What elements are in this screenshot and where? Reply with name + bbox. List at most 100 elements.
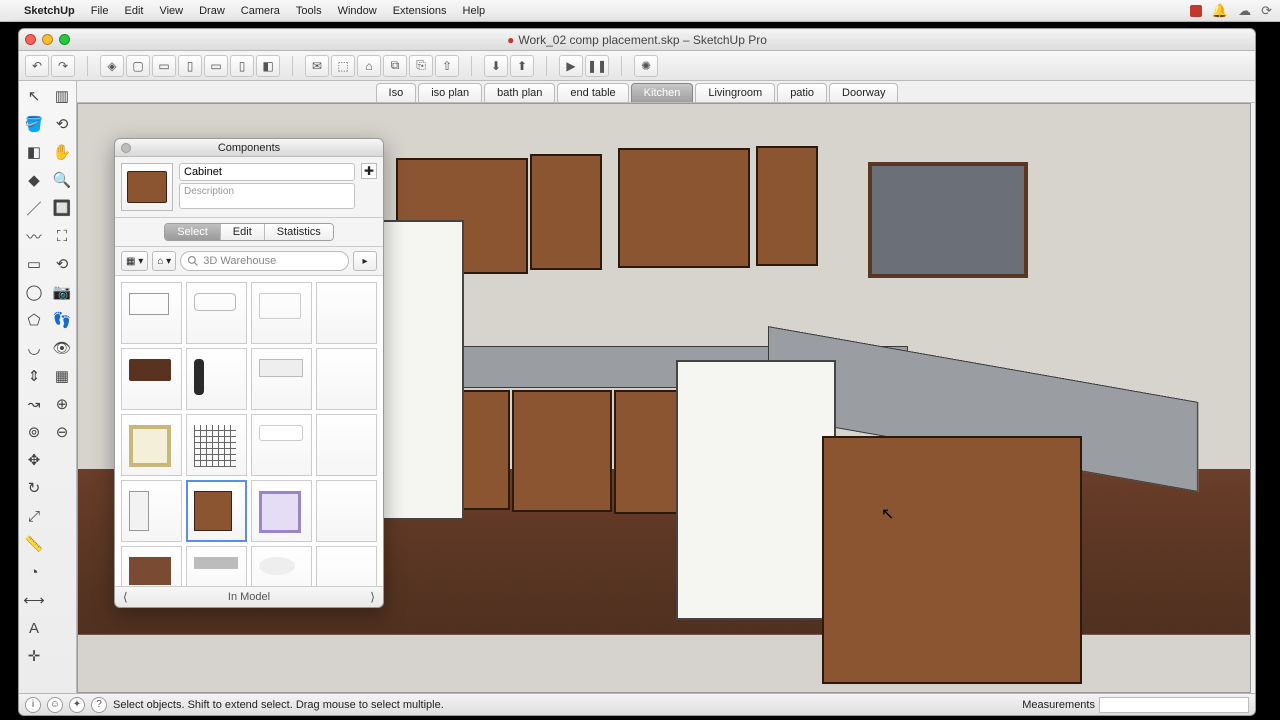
toolbar-view-top[interactable]: ▢ (126, 55, 150, 77)
component-item-rug[interactable] (251, 480, 312, 542)
tool-solid-subtract[interactable]: ⊖ (49, 419, 75, 445)
measurements-input[interactable] (1099, 697, 1249, 713)
tool-axes[interactable]: ✛ (21, 643, 47, 669)
component-item-blank[interactable] (316, 480, 377, 542)
tool-select[interactable]: ↖ (21, 83, 47, 109)
tool-lookaround[interactable]: 👁 (49, 335, 75, 361)
component-item-mattress[interactable] (251, 414, 312, 476)
tool-orbit[interactable]: ⟲ (49, 111, 75, 137)
details-button[interactable]: ▸ (353, 251, 377, 271)
menu-tools[interactable]: Tools (296, 5, 322, 17)
panel-close-icon[interactable] (121, 143, 131, 153)
toolbar-view-right[interactable]: ▯ (178, 55, 202, 77)
component-item-cabinet[interactable] (186, 480, 247, 542)
menu-app[interactable]: SketchUp (24, 5, 75, 17)
scene-tab-iso[interactable]: Iso (376, 83, 417, 102)
tool-material[interactable]: ◆ (21, 167, 47, 193)
toolbar-extensions[interactable]: ✺ (634, 55, 658, 77)
panel-tab-edit[interactable]: Edit (221, 224, 265, 240)
footer-forward-icon[interactable]: ⟩ (370, 590, 375, 604)
menu-camera[interactable]: Camera (241, 5, 280, 17)
scene-tab-livingroom[interactable]: Livingroom (695, 83, 775, 102)
view-mode-button[interactable]: ▦ ▾ (121, 251, 148, 271)
toolbar-redo[interactable]: ↷ (51, 55, 75, 77)
toolbar-layer-copy[interactable]: ⧉ (383, 55, 407, 77)
status-geo-icon[interactable]: ✦ (69, 697, 85, 713)
toolbar-layer-model[interactable]: ⬚ (331, 55, 355, 77)
toolbar-layer-up[interactable]: ⇧ (435, 55, 459, 77)
tool-protractor[interactable]: ◔ (21, 559, 47, 585)
menu-edit[interactable]: Edit (124, 5, 143, 17)
component-item-blank[interactable] (316, 546, 377, 586)
toolbar-layer-home[interactable]: ⌂ (357, 55, 381, 77)
tool-rotate[interactable]: ↻ (21, 475, 47, 501)
menu-extensions[interactable]: Extensions (393, 5, 447, 17)
component-search-input[interactable]: 3D Warehouse (180, 251, 349, 271)
tool-pushpull[interactable]: ⇕ (21, 363, 47, 389)
cloud-icon[interactable]: ☁︎ (1238, 3, 1251, 19)
toolbar-view-back[interactable]: ▭ (204, 55, 228, 77)
close-button[interactable] (25, 34, 36, 45)
toolbar-undo[interactable]: ↶ (25, 55, 49, 77)
component-item-sofa[interactable] (186, 282, 247, 344)
component-item-blank[interactable] (316, 348, 377, 410)
menu-draw[interactable]: Draw (199, 5, 225, 17)
tool-eraser[interactable]: ◧ (21, 139, 47, 165)
model-nav-button[interactable]: ⌂ ▾ (152, 251, 176, 271)
tool-sandbox[interactable]: ▦ (49, 363, 75, 389)
tool-previous[interactable]: ⟲ (49, 251, 75, 277)
panel-expand-icon[interactable]: ✚ (361, 163, 377, 179)
component-item-table[interactable] (121, 282, 182, 344)
tool-circle[interactable]: ◯ (21, 279, 47, 305)
components-panel[interactable]: Components Description ✚ SelectEditStati… (114, 138, 384, 608)
status-info-icon[interactable]: i (25, 697, 41, 713)
toolbar-view-persp[interactable]: ◧ (256, 55, 280, 77)
tool-followme[interactable]: ↝ (21, 391, 47, 417)
menu-view[interactable]: View (159, 5, 183, 17)
component-description-input[interactable]: Description (179, 183, 355, 209)
minimize-button[interactable] (42, 34, 53, 45)
tool-rectangle[interactable]: ▭ (21, 251, 47, 277)
component-item-person[interactable] (186, 348, 247, 410)
component-item-sink[interactable] (251, 546, 312, 586)
toolbar-warehouse-get[interactable]: ⬇ (484, 55, 508, 77)
tool-zoom-extents[interactable]: ⛶ (49, 223, 75, 249)
component-item-bed[interactable] (251, 348, 312, 410)
scene-tab-kitchen[interactable]: Kitchen (631, 83, 694, 102)
toolbar-view-front[interactable]: ▭ (152, 55, 176, 77)
footer-label[interactable]: In Model (228, 591, 270, 603)
tool-line[interactable]: ／ (21, 195, 47, 221)
toolbar-view-left[interactable]: ▯ (230, 55, 254, 77)
toolbar-play[interactable]: ▶ (559, 55, 583, 77)
scene-tab-iso-plan[interactable]: iso plan (418, 83, 482, 102)
menu-file[interactable]: File (91, 5, 109, 17)
toolbar-layer-new[interactable]: ✉ (305, 55, 329, 77)
tool-freehand[interactable]: 〰 (21, 223, 47, 249)
status-user-icon[interactable]: ☺ (47, 697, 63, 713)
tool-offset[interactable]: ⊚ (21, 419, 47, 445)
component-item-coffee-table[interactable] (121, 348, 182, 410)
menu-help[interactable]: Help (463, 5, 486, 17)
scene-tab-doorway[interactable]: Doorway (829, 83, 898, 102)
panel-header[interactable]: Components (115, 139, 383, 157)
notification-icon[interactable]: 🔔 (1212, 3, 1228, 19)
tool-zoom-window[interactable]: 🔲 (49, 195, 75, 221)
footer-back-icon[interactable]: ⟨ (123, 590, 128, 604)
toolbar-view-iso[interactable]: ◈ (100, 55, 124, 77)
toolbar-pause[interactable]: ❚❚ (585, 55, 609, 77)
tool-position-camera[interactable]: 📷 (49, 279, 75, 305)
tool-paint-bucket[interactable]: 🪣 (21, 111, 47, 137)
sync-icon[interactable]: ⟳ (1261, 3, 1272, 19)
panel-tab-select[interactable]: Select (165, 224, 221, 240)
tool-arc[interactable]: ◡ (21, 335, 47, 361)
tool-polygon[interactable]: ⬠ (21, 307, 47, 333)
component-item-fridge[interactable] (121, 480, 182, 542)
tool-walk[interactable]: 👣 (49, 307, 75, 333)
component-name-input[interactable] (179, 163, 355, 181)
tool-zoom[interactable]: 🔍 (49, 167, 75, 193)
component-item-grid[interactable] (186, 414, 247, 476)
tool-move[interactable]: ✥ (21, 447, 47, 473)
toolbar-warehouse-share[interactable]: ⬆ (510, 55, 534, 77)
tool-text[interactable]: A (21, 615, 47, 641)
status-help-icon[interactable]: ? (91, 697, 107, 713)
